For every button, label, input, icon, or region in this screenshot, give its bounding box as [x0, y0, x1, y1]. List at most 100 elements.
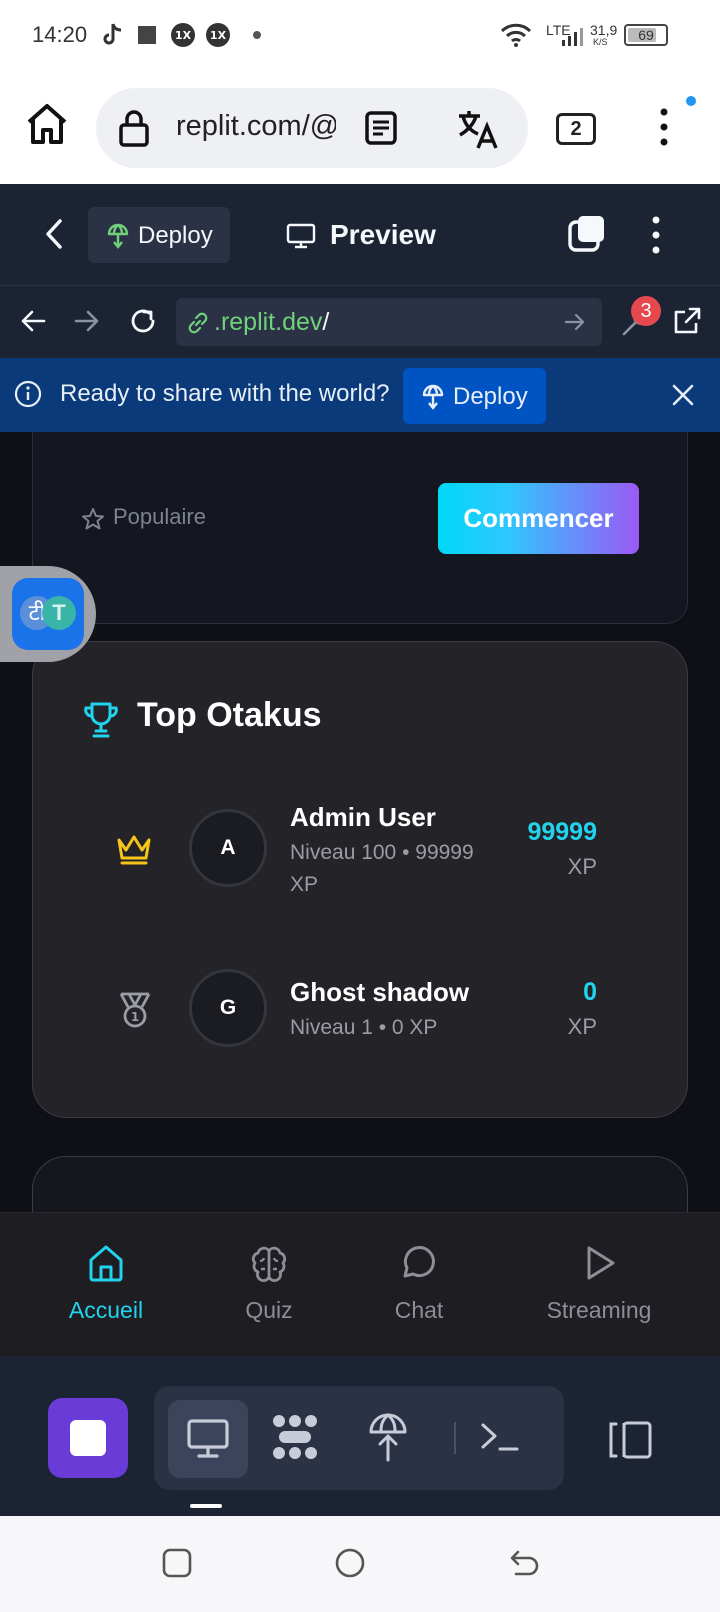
crown-icon: [115, 832, 153, 866]
reload-icon[interactable]: [128, 306, 158, 336]
preview-tool-button[interactable]: [168, 1400, 248, 1478]
terminal-icon[interactable]: [480, 1420, 520, 1454]
banner-message: Ready to share with the world?: [60, 380, 390, 407]
address-bar[interactable]: replit.com/@: [96, 88, 528, 168]
status-time: 14:20: [32, 22, 88, 47]
arrow-left-icon[interactable]: [20, 308, 46, 334]
tab-preview-label: Preview: [330, 219, 436, 250]
banner-deploy-label: Deploy: [453, 383, 528, 410]
brain-icon: [249, 1243, 289, 1283]
recents-square-icon[interactable]: [162, 1548, 192, 1578]
reader-mode-icon[interactable]: [364, 110, 398, 146]
more-vert-icon[interactable]: [652, 216, 660, 254]
tab-deploy-label: Deploy: [138, 222, 213, 249]
status-bar: 14:20 1X 1X LTE 31,9 K/S 69: [0, 0, 720, 72]
tabs-overview-icon[interactable]: [568, 214, 606, 252]
deploy-icon: [421, 384, 445, 410]
link-icon: [186, 311, 210, 335]
svg-text:1X: 1X: [175, 29, 192, 42]
app-viewport: Populaire Commencer Top Otakus A Admin U…: [0, 432, 720, 1212]
devtools-badge: 3: [631, 296, 661, 326]
lock-icon[interactable]: [118, 108, 150, 148]
close-icon[interactable]: [672, 384, 694, 406]
replit-bottom-toolbar: [0, 1356, 720, 1516]
nav-label: Streaming: [546, 1297, 652, 1323]
more-vert-icon[interactable]: [660, 108, 668, 146]
nav-item-accueil[interactable]: Accueil: [36, 1213, 176, 1357]
monitor-icon: [286, 223, 316, 249]
avatar: G: [189, 969, 267, 1047]
1xbet-notification-icon-2: 1X: [205, 22, 231, 48]
play-icon: [579, 1243, 619, 1283]
wifi-icon: [500, 22, 532, 48]
battery-icon: 69: [624, 24, 668, 46]
leaderboard-title: Top Otakus: [137, 696, 322, 734]
leaderboard-user-level-unit: XP: [290, 873, 319, 896]
deploy-icon[interactable]: [366, 1412, 410, 1462]
network-speed-unit: K/S: [593, 37, 608, 47]
split-layout-icon[interactable]: [606, 1420, 654, 1460]
popular-label: Populaire: [113, 504, 206, 529]
floating-translate-widget[interactable]: टी T: [0, 566, 96, 662]
more-notifications-dot-icon: [253, 31, 261, 39]
webview-url-domain: .replit.dev: [214, 308, 323, 336]
deploy-icon: [106, 223, 130, 249]
go-arrow-icon[interactable]: [564, 312, 586, 332]
leaderboard-user-name: Ghost shadow: [290, 977, 470, 1007]
leaderboard-user-xp-unit: XP: [567, 1014, 597, 1039]
network-speed-value: 31,9: [590, 22, 618, 38]
webview-toolbar: .replit.dev/: [0, 286, 720, 358]
toolbar-divider: [454, 1422, 456, 1454]
medal-icon: 1: [117, 991, 153, 1029]
leaderboard-user-name: Admin User: [290, 802, 436, 832]
tab-switcher-button[interactable]: 2: [556, 113, 596, 145]
browser-toolbar: replit.com/@ 2: [0, 72, 720, 184]
leaderboard-card: Top Otakus A Admin User Niveau 100 • 999…: [32, 641, 688, 1118]
square-notification-icon: [138, 26, 156, 44]
webview-url-path: /: [322, 308, 330, 336]
monitor-icon: [186, 1418, 230, 1460]
update-dot-icon: [686, 96, 696, 106]
nav-label: Quiz: [245, 1297, 293, 1323]
nav-item-chat[interactable]: Chat: [354, 1213, 484, 1357]
address-text[interactable]: replit.com/@: [176, 110, 336, 143]
stop-button[interactable]: [48, 1398, 128, 1478]
tab-deploy[interactable]: Deploy: [88, 207, 230, 263]
nav-label: Chat: [394, 1297, 444, 1323]
avatar: A: [189, 809, 267, 887]
signal-icon: [560, 26, 584, 46]
webview-url-field[interactable]: .replit.dev/: [176, 298, 602, 346]
chat-bubble-icon: [399, 1243, 439, 1283]
home-circle-icon[interactable]: [335, 1548, 365, 1578]
translate-bubble-icon[interactable]: टी T: [12, 578, 84, 650]
nav-label: Accueil: [68, 1297, 144, 1323]
quiz-card: Populaire Commencer: [32, 432, 688, 624]
svg-text:1X: 1X: [210, 29, 227, 42]
arrow-right-icon[interactable]: [74, 308, 100, 334]
external-link-icon[interactable]: [672, 306, 702, 336]
latin-glyph: T: [42, 596, 76, 630]
home-icon[interactable]: [24, 102, 70, 146]
active-tab-indicator: [190, 1504, 222, 1508]
leaderboard-user-xp-unit: XP: [567, 854, 597, 879]
back-arrow-icon[interactable]: [508, 1548, 540, 1578]
info-icon: [14, 380, 42, 408]
stop-square-icon: [70, 1420, 106, 1456]
trophy-icon: [81, 700, 121, 740]
back-chevron-icon[interactable]: [42, 218, 66, 250]
banner-deploy-button[interactable]: Deploy: [403, 368, 546, 424]
agent-icon[interactable]: [270, 1412, 320, 1462]
leaderboard-user-level: Niveau 100 • 99999: [290, 841, 474, 864]
leaderboard-user-level: Niveau 1 • 0 XP: [290, 1016, 438, 1039]
android-navigation-bar: [0, 1516, 720, 1612]
webview-url-text[interactable]: .replit.dev/: [214, 308, 329, 337]
1xbet-notification-icon: 1X: [170, 22, 196, 48]
deploy-banner: Ready to share with the world? Deploy: [0, 358, 720, 432]
translate-icon[interactable]: [456, 108, 500, 150]
nav-item-quiz[interactable]: Quiz: [204, 1213, 334, 1357]
nav-item-streaming[interactable]: Streaming: [514, 1213, 684, 1357]
svg-text:1: 1: [131, 1010, 139, 1024]
start-button[interactable]: Commencer: [438, 483, 639, 554]
next-card: [32, 1156, 688, 1212]
app-bottom-nav: Accueil Quiz Chat Streaming: [0, 1212, 720, 1356]
